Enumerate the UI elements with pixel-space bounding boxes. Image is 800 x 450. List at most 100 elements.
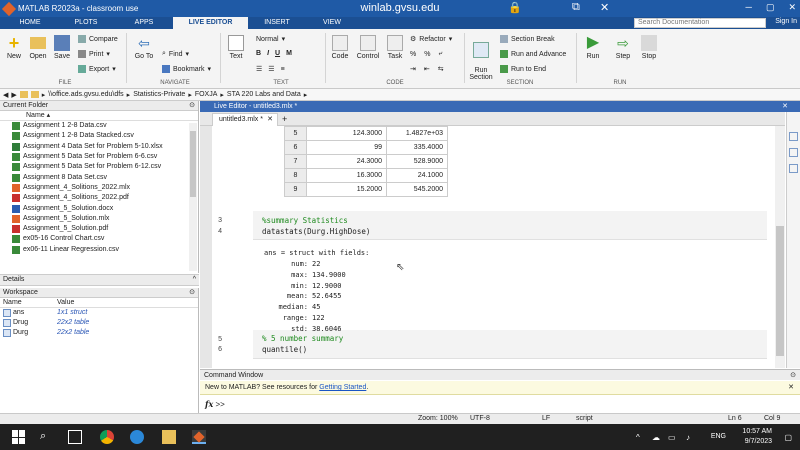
path-segment[interactable]: STA 220 Labs and Data: [227, 91, 301, 98]
variable-row[interactable]: ans 1x1 struct: [0, 308, 198, 318]
code-line[interactable]: %summary Statistics: [262, 216, 348, 225]
run-section-button[interactable]: Run Section: [468, 35, 494, 81]
line-ending-status[interactable]: LF: [542, 414, 550, 424]
close-icon[interactable]: ✕: [600, 1, 609, 14]
run-advance-button[interactable]: Run and Advance: [500, 50, 566, 58]
control-button[interactable]: Control: [354, 35, 382, 60]
code-line[interactable]: datastats(Durg.HighDose): [262, 227, 370, 236]
sign-in-link[interactable]: Sign In: [775, 18, 797, 25]
getting-started-link[interactable]: Getting Started: [319, 384, 366, 391]
folder-scrollbar[interactable]: [189, 123, 197, 271]
output-inline-icon[interactable]: [789, 132, 798, 141]
search-input[interactable]: Search Documentation: [634, 18, 766, 28]
bookmark-button[interactable]: Bookmark ▾: [162, 65, 211, 73]
print-button[interactable]: Print ▾: [78, 50, 110, 58]
window-close-icon[interactable]: ✕: [788, 2, 796, 13]
code-line[interactable]: % 5 number summary: [262, 334, 343, 343]
tab-view[interactable]: VIEW: [310, 17, 354, 29]
variable-row[interactable]: Durg 22x2 table: [0, 328, 198, 338]
editor-scroll-thumb[interactable]: [776, 226, 784, 356]
italic-icon[interactable]: I: [267, 50, 269, 57]
path-segment[interactable]: \\office.ads.gvsu.edu\dfs: [48, 91, 123, 98]
section-break-button[interactable]: Section Break: [500, 35, 555, 43]
align-icon[interactable]: ≡: [281, 66, 285, 73]
outdent-icon[interactable]: ⇤: [424, 65, 430, 73]
file-list-item[interactable]: ex05-16 Control Chart.csv: [0, 234, 198, 244]
cloud-icon[interactable]: ☁: [652, 433, 660, 442]
underline-icon[interactable]: U: [275, 50, 280, 57]
variable-row[interactable]: Drug 22x2 table: [0, 318, 198, 328]
file-list-item[interactable]: Assignment_4_Solitions_2022.mlx: [0, 183, 198, 193]
browse-folder-icon[interactable]: [30, 91, 39, 98]
tab-home[interactable]: HOME: [8, 17, 52, 29]
task-button[interactable]: Task: [384, 35, 406, 60]
refactor-button[interactable]: ⚙ Refactor ▾: [410, 35, 452, 44]
file-list-item[interactable]: Assignment 5 Data Set for Problem 6-6.cs…: [0, 152, 198, 162]
zoom-status[interactable]: Zoom: 100%: [418, 414, 458, 424]
chevron-up-icon[interactable]: ^: [636, 433, 640, 442]
search-icon[interactable]: ⌕: [40, 430, 54, 444]
details-panel-header[interactable]: Details ^: [0, 274, 199, 286]
panel-menu-icon[interactable]: ⊙: [189, 101, 195, 111]
bullet-list-icon[interactable]: ☰: [256, 65, 262, 73]
maximize-icon[interactable]: ▢: [766, 2, 775, 13]
windows-start-icon[interactable]: [12, 430, 26, 444]
forward-icon[interactable]: ▶: [11, 91, 16, 99]
save-button[interactable]: Save: [52, 35, 72, 60]
up-folder-icon[interactable]: [19, 91, 28, 98]
compare-button[interactable]: Compare: [78, 35, 118, 43]
banner-close-icon[interactable]: ✕: [788, 381, 794, 395]
file-list-item[interactable]: Assignment_5_Solution.docx: [0, 203, 198, 213]
task-view-icon[interactable]: [68, 430, 82, 444]
code-line[interactable]: quantile(): [262, 345, 307, 354]
wrap-icon[interactable]: ⤶: [438, 50, 442, 58]
find-button[interactable]: ⌕ Find ▾: [162, 50, 189, 58]
file-list-item[interactable]: Assignment 1 2-8 Data.csv: [0, 121, 198, 131]
volume-icon[interactable]: ♪: [686, 433, 690, 442]
command-prompt[interactable]: fx >>: [200, 396, 800, 412]
minimize-icon[interactable]: ─: [746, 2, 752, 13]
fx-icon[interactable]: fx: [205, 399, 213, 409]
indent-icon[interactable]: ⇥: [410, 65, 416, 73]
step-button[interactable]: ⇨ Step: [612, 35, 634, 60]
path-segment[interactable]: Statistics-Private: [133, 91, 185, 98]
monospace-icon[interactable]: M: [286, 50, 292, 57]
edge-icon[interactable]: [130, 430, 144, 444]
restore-icon[interactable]: ⧉: [572, 1, 580, 14]
matlab-taskbar-icon[interactable]: [192, 430, 206, 444]
file-list-item[interactable]: Assignment_5_Solution.pdf: [0, 224, 198, 234]
clock[interactable]: 10:57 AM 9/7/2023: [742, 427, 772, 447]
bold-icon[interactable]: B: [256, 50, 261, 57]
editor-scrollbar[interactable]: [775, 126, 785, 368]
stop-button[interactable]: Stop: [638, 35, 660, 60]
open-button[interactable]: Open: [28, 35, 48, 60]
comment-icon[interactable]: %: [410, 51, 416, 58]
export-button[interactable]: Export ▾: [78, 65, 116, 73]
chevron-up-icon[interactable]: ^: [193, 275, 196, 285]
file-list-item[interactable]: Assignment 8 Data Set.csv: [0, 172, 198, 182]
file-explorer-icon[interactable]: [162, 430, 176, 444]
new-button[interactable]: + New: [4, 34, 24, 60]
tab-close-icon[interactable]: ✕: [267, 114, 273, 126]
network-icon[interactable]: ▭: [668, 433, 676, 442]
encoding-status[interactable]: UTF-8: [470, 414, 490, 424]
chrome-icon[interactable]: [100, 430, 114, 444]
editor-file-tab[interactable]: untitled3.mlx * ✕: [212, 113, 278, 126]
folder-scroll-thumb[interactable]: [190, 131, 196, 197]
run-to-end-button[interactable]: Run to End: [500, 65, 546, 73]
normal-style-select[interactable]: Normal ▾: [256, 35, 285, 44]
new-tab-icon[interactable]: +: [282, 114, 287, 124]
go-to-button[interactable]: ⇦ Go To: [130, 35, 158, 60]
run-button[interactable]: ▶ Run: [582, 35, 604, 61]
file-list-item[interactable]: ex06-11 Linear Regression.csv: [0, 245, 198, 255]
file-list-item[interactable]: Assignment_5_Solution.mlx: [0, 214, 198, 224]
output-right-icon[interactable]: [789, 148, 798, 157]
name-column-header[interactable]: Name ▴: [0, 111, 198, 121]
file-type-status[interactable]: script: [576, 414, 593, 424]
code-button[interactable]: Code: [329, 35, 351, 60]
file-list-item[interactable]: Assignment 1 2-8 Data Stacked.csv: [0, 131, 198, 141]
text-button[interactable]: Text: [226, 35, 246, 60]
language-indicator[interactable]: ENG: [711, 433, 726, 440]
smart-indent-icon[interactable]: ⇆: [438, 65, 444, 73]
editor-close-icon[interactable]: ✕: [782, 101, 788, 112]
